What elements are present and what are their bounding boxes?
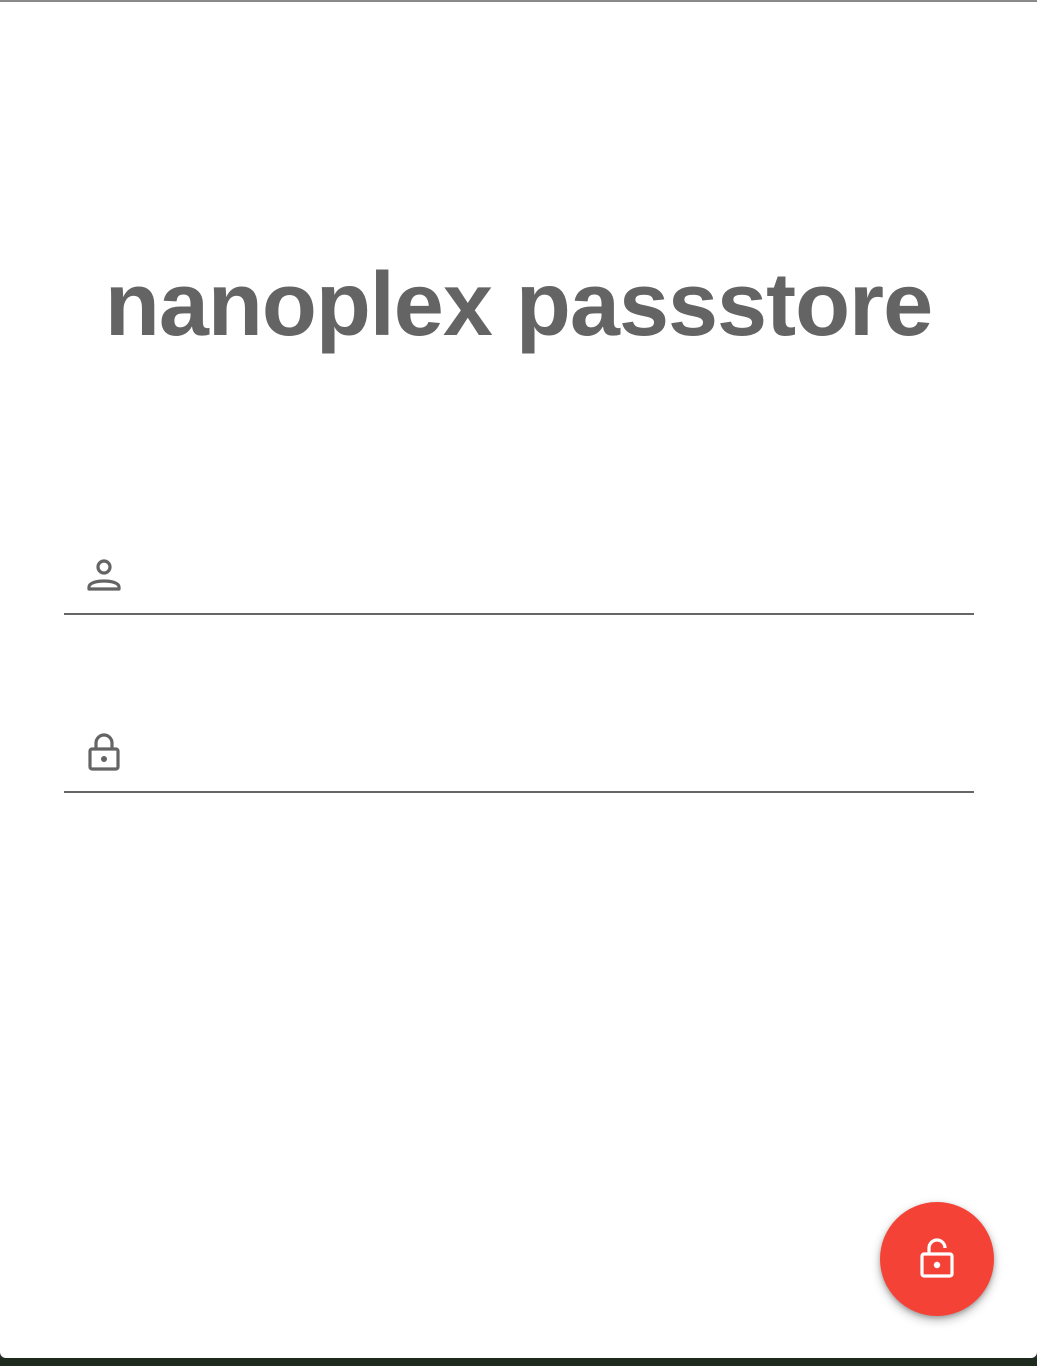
lock-icon	[84, 731, 124, 775]
unlock-button[interactable]	[880, 1202, 994, 1316]
unlock-icon	[920, 1238, 954, 1278]
password-field-container	[64, 731, 974, 793]
login-card: nanoplex passstore	[0, 2, 1037, 1358]
background-strip	[0, 1358, 1037, 1366]
password-input[interactable]	[144, 735, 968, 781]
person-icon	[84, 553, 124, 597]
username-input[interactable]	[144, 557, 968, 603]
username-field-container	[64, 553, 974, 615]
app-title: nanoplex passstore	[104, 255, 933, 355]
